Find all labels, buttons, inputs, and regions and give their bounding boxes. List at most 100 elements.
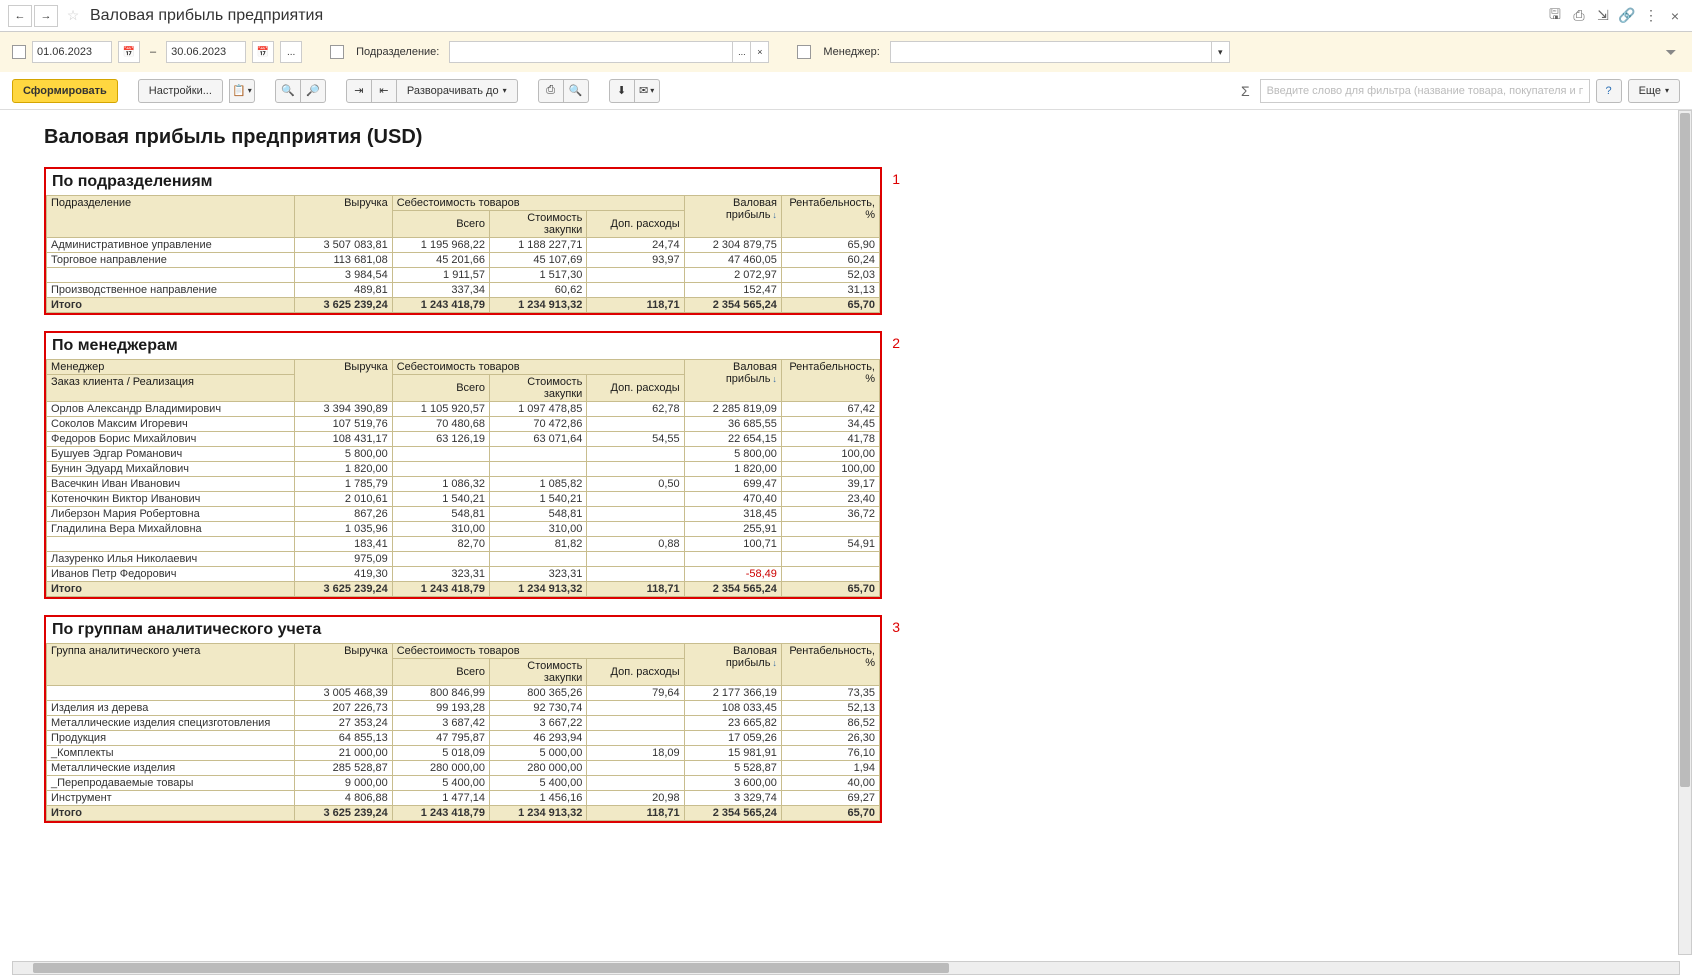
vertical-scrollbar[interactable] [1678, 110, 1692, 955]
table-row[interactable]: Иванов Петр Федорович419,30323,31323,31-… [47, 567, 880, 582]
table-row[interactable]: 183,4182,7081,820,88100,7154,91 [47, 537, 880, 552]
find-next-button[interactable]: 🔎 [300, 79, 326, 103]
table-total-row: Итого3 625 239,241 243 418,791 234 913,3… [47, 806, 880, 821]
section-2-title: По менеджерам [46, 333, 880, 359]
table-row[interactable]: 3 984,541 911,571 517,302 072,9752,03 [47, 268, 880, 283]
title-bar: ← → ☆ Валовая прибыль предприятия 🖫 ⎙ ⇲ … [0, 0, 1692, 32]
table-row[interactable]: Гладилина Вера Михайловна1 035,96310,003… [47, 522, 880, 537]
table-row[interactable]: Металлические изделия специзготовления27… [47, 716, 880, 731]
col-gross: Валовая прибыль↓ [684, 644, 781, 686]
table-row[interactable]: Бунин Эдуард Михайлович1 820,001 820,001… [47, 462, 880, 477]
table-row[interactable]: Производственное направление489,81337,34… [47, 283, 880, 298]
col-department: Подразделение [47, 196, 295, 238]
email-report-button[interactable]: ✉▾ [634, 79, 660, 103]
table-total-row: Итого3 625 239,241 243 418,791 234 913,3… [47, 298, 880, 313]
col-revenue: Выручка [295, 360, 392, 402]
date-to-calendar-button[interactable]: 📅 [252, 41, 274, 63]
table-departments: Подразделение Выручка Себестоимость това… [46, 195, 880, 313]
table-row[interactable]: Федоров Борис Михайлович108 431,1763 126… [47, 432, 880, 447]
table-row[interactable]: Административное управление3 507 083,811… [47, 238, 880, 253]
sort-desc-icon: ↓ [772, 658, 777, 668]
manager-dropdown-icon[interactable]: ▾ [1211, 42, 1229, 62]
collapse-all-button[interactable]: ⇤ [371, 79, 397, 103]
unfold-to-button[interactable]: Разворачивать до ▾ [396, 79, 518, 103]
print-icon[interactable]: ⎙ [1570, 7, 1588, 25]
export-icon[interactable]: ⇲ [1594, 7, 1612, 25]
table-row[interactable]: Котеночкин Виктор Иванович2 010,611 540,… [47, 492, 880, 507]
col-cost-purchase: Стоимость закупки [490, 211, 587, 238]
table-managers: Менеджер Выручка Себестоимость товаров В… [46, 359, 880, 597]
settings-variant-button[interactable]: 📋▾ [229, 79, 255, 103]
col-revenue: Выручка [295, 196, 392, 238]
table-row[interactable]: Соколов Максим Игоревич107 519,7670 480,… [47, 417, 880, 432]
report-title: Валовая прибыль предприятия (USD) [44, 126, 882, 149]
table-row[interactable]: Торговое направление113 681,0845 201,664… [47, 253, 880, 268]
col-profit: Рентабельность, % [781, 196, 879, 238]
department-combo[interactable]: ... × [449, 41, 769, 63]
col-profit: Рентабельность, % [781, 360, 879, 402]
table-row[interactable]: Инструмент4 806,881 477,141 456,1620,983… [47, 791, 880, 806]
table-row[interactable]: Орлов Александр Владимирович3 394 390,89… [47, 402, 880, 417]
table-row[interactable]: _Перепродаваемые товары9 000,005 400,005… [47, 776, 880, 791]
table-row[interactable]: _Комплекты21 000,005 018,095 000,0018,09… [47, 746, 880, 761]
table-row[interactable]: Либерзон Мария Робертовна867,26548,81548… [47, 507, 880, 522]
col-profit: Рентабельность, % [781, 644, 879, 686]
col-order: Заказ клиента / Реализация [47, 375, 295, 402]
help-button[interactable]: ? [1596, 79, 1622, 103]
col-cost-purchase: Стоимость закупки [490, 375, 587, 402]
col-cost-group: Себестоимость товаров [392, 644, 684, 659]
col-cost-group: Себестоимость товаров [392, 196, 684, 211]
filter-search-input[interactable] [1260, 79, 1590, 103]
expand-all-button[interactable]: ⇥ [346, 79, 372, 103]
preview-button[interactable]: 🔍 [563, 79, 589, 103]
more-button[interactable]: Еще ▾ [1628, 79, 1680, 103]
settings-button[interactable]: Настройки... [138, 79, 223, 103]
report-area: Валовая прибыль предприятия (USD) 1 По п… [0, 110, 1692, 847]
table-row[interactable]: Бушуев Эдгар Романович5 800,005 800,0010… [47, 447, 880, 462]
manager-label: Менеджер: [823, 46, 879, 58]
table-row[interactable]: 3 005 468,39800 846,99800 365,2679,642 1… [47, 686, 880, 701]
col-cost-extra: Доп. расходы [587, 659, 684, 686]
date-from-input[interactable]: 01.06.2023 [32, 41, 112, 63]
manager-checkbox[interactable] [797, 45, 811, 59]
section-managers: 2 По менеджерам Менеджер Выручка Себесто… [44, 331, 882, 599]
favorite-icon[interactable]: ☆ [64, 7, 82, 25]
sigma-label: Σ [1241, 83, 1250, 99]
table-row[interactable]: Продукция64 855,1347 795,8746 293,9417 0… [47, 731, 880, 746]
print-button[interactable]: ⎙ [538, 79, 564, 103]
col-gross: Валовая прибыль↓ [684, 360, 781, 402]
date-from-calendar-button[interactable]: 📅 [118, 41, 140, 63]
horizontal-scrollbar[interactable] [12, 961, 1680, 975]
period-select-button[interactable]: ... [280, 41, 302, 63]
department-checkbox[interactable] [330, 45, 344, 59]
manager-combo[interactable]: ▾ [890, 41, 1230, 63]
section-1-title: По подразделениям [46, 169, 880, 195]
col-cost-purchase: Стоимость закупки [490, 659, 587, 686]
save-icon[interactable]: 🖫 [1546, 7, 1564, 25]
table-row[interactable]: Васечкин Иван Иванович1 785,791 086,321 … [47, 477, 880, 492]
table-row[interactable]: Металлические изделия285 528,87280 000,0… [47, 761, 880, 776]
generate-button[interactable]: Сформировать [12, 79, 118, 103]
find-button[interactable]: 🔍 [275, 79, 301, 103]
nav-back-button[interactable]: ← [8, 5, 32, 27]
department-label: Подразделение: [356, 46, 439, 58]
filter-icon[interactable]: ⏷ [1662, 43, 1680, 61]
table-row[interactable]: Лазуренко Илья Николаевич975,09 [47, 552, 880, 567]
date-to-input[interactable]: 30.06.2023 [166, 41, 246, 63]
section-departments: 1 По подразделениям Подразделение Выручк… [44, 167, 882, 315]
table-row[interactable]: Изделия из дерева207 226,7399 193,2892 7… [47, 701, 880, 716]
sort-desc-icon: ↓ [772, 210, 777, 220]
department-clear-icon[interactable]: × [750, 42, 768, 62]
sort-desc-icon: ↓ [772, 374, 777, 384]
col-cost-group: Себестоимость товаров [392, 360, 684, 375]
save-report-button[interactable]: ⬇ [609, 79, 635, 103]
period-checkbox[interactable] [12, 45, 26, 59]
link-icon[interactable]: 🔗 [1618, 7, 1636, 25]
col-revenue: Выручка [295, 644, 392, 686]
table-groups: Группа аналитического учета Выручка Себе… [46, 643, 880, 821]
close-icon[interactable]: × [1666, 7, 1684, 25]
department-dropdown-icon[interactable]: ... [732, 42, 750, 62]
kebab-icon[interactable]: ⋮ [1642, 7, 1660, 25]
nav-forward-button[interactable]: → [34, 5, 58, 27]
col-cost-extra: Доп. расходы [587, 211, 684, 238]
